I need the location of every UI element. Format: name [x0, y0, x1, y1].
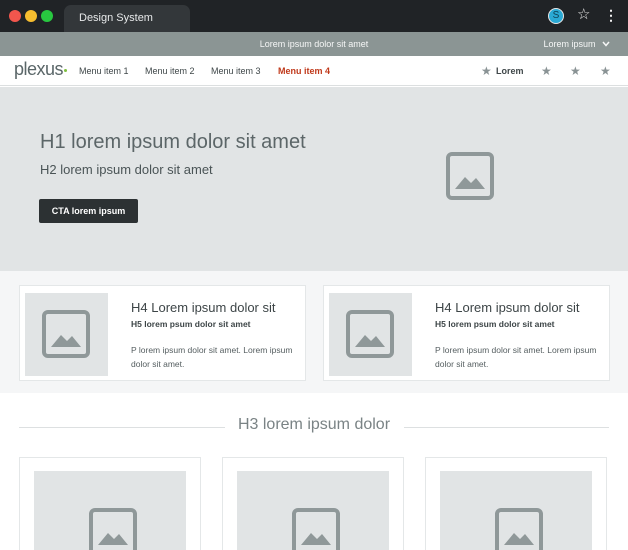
feature-card[interactable]: H4 Lorem ipsum dolor sit H5 lorem psum d… — [19, 285, 306, 381]
tile-image — [237, 471, 389, 550]
utility-dropdown[interactable]: Lorem ipsum — [543, 32, 610, 56]
card-body: P lorem ipsum dolor sit amet. Lorem ipsu… — [435, 345, 597, 369]
star-icon[interactable]: ★ — [570, 56, 581, 86]
browser-tab[interactable]: Design System — [64, 5, 190, 32]
image-placeholder-icon — [346, 310, 394, 358]
card-heading: H4 Lorem ipsum dolor sit — [131, 300, 276, 315]
bookmark-star-icon[interactable]: ☆ — [577, 6, 590, 24]
utility-dropdown-label: Lorem ipsum — [543, 39, 596, 49]
tile-image — [440, 471, 592, 550]
hero-heading: H1 lorem ipsum dolor sit amet — [40, 131, 306, 153]
nav-item-3[interactable]: Menu item 3 — [211, 56, 261, 86]
section-heading: H3 lorem ipsum dolor — [237, 416, 391, 433]
star-icon[interactable]: ★ — [541, 56, 552, 86]
main-navigation: plexus Menu item 1 Menu item 2 Menu item… — [0, 56, 628, 86]
browser-tab-title: Design System — [79, 12, 153, 24]
minimize-window-button[interactable] — [25, 10, 37, 22]
content-tile[interactable] — [425, 457, 607, 550]
nav-item-2[interactable]: Menu item 2 — [145, 56, 195, 86]
cta-button[interactable]: CTA lorem ipsum — [39, 199, 138, 223]
image-placeholder-icon — [495, 508, 543, 550]
card-heading: H4 Lorem ipsum dolor sit — [435, 300, 580, 315]
browser-titlebar: Design System S ☆ ⋮ — [0, 0, 628, 32]
logo-text: plexus — [14, 59, 64, 79]
nav-right-label[interactable]: Lorem — [496, 56, 524, 86]
utility-bar-message: Lorem ipsum dolor sit amet — [259, 39, 369, 49]
hero-banner: H1 lorem ipsum dolor sit amet H2 lorem i… — [0, 87, 628, 271]
content-tile[interactable] — [222, 457, 404, 550]
browser-window: Design System S ☆ ⋮ Lorem ipsum dolor si… — [0, 0, 628, 550]
logo-accent-dot — [64, 68, 68, 72]
nav-item-1[interactable]: Menu item 1 — [79, 56, 129, 86]
feature-card[interactable]: H4 Lorem ipsum dolor sit H5 lorem psum d… — [323, 285, 610, 381]
tile-image — [34, 471, 186, 550]
utility-bar: Lorem ipsum dolor sit amet Lorem ipsum — [0, 32, 628, 56]
card-body: P lorem ipsum dolor sit amet. Lorem ipsu… — [131, 345, 293, 369]
image-placeholder-icon — [446, 152, 494, 205]
maximize-window-button[interactable] — [41, 10, 53, 22]
card-image — [25, 293, 108, 376]
nav-item-4[interactable]: Menu item 4 — [278, 56, 330, 86]
content-tile[interactable] — [19, 457, 201, 550]
star-icon[interactable]: ★ — [481, 56, 492, 86]
image-placeholder-icon — [42, 310, 90, 358]
hero-subheading: H2 lorem ipsum dolor sit amet — [40, 162, 213, 177]
logo[interactable]: plexus — [14, 59, 68, 80]
image-placeholder-icon — [292, 508, 340, 550]
profile-avatar[interactable]: S — [548, 8, 564, 24]
star-icon[interactable]: ★ — [600, 56, 611, 86]
chevron-down-icon — [602, 32, 610, 56]
browser-menu-icon[interactable]: ⋮ — [604, 6, 618, 24]
card-image — [329, 293, 412, 376]
card-subheading: H5 lorem psum dolor sit amet — [435, 319, 555, 329]
card-subheading: H5 lorem psum dolor sit amet — [131, 319, 251, 329]
image-placeholder-icon — [89, 508, 137, 550]
close-window-button[interactable] — [9, 10, 21, 22]
